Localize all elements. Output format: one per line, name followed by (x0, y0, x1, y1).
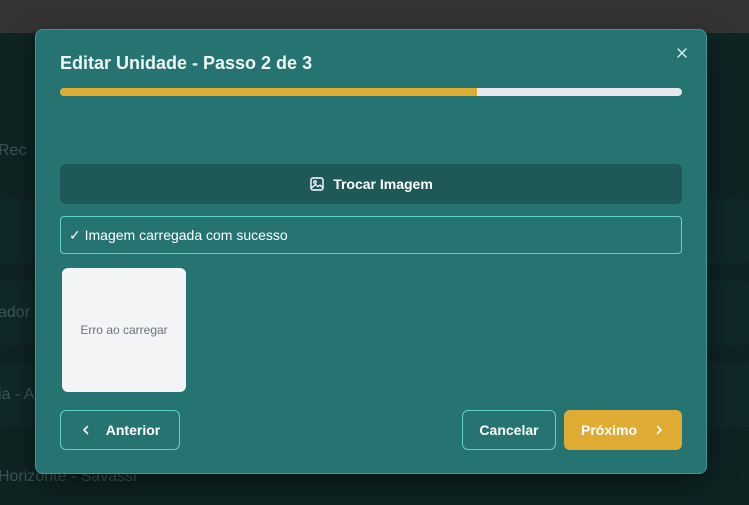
swap-image-button[interactable]: Trocar Imagem (60, 164, 682, 204)
previous-button[interactable]: Anterior (60, 410, 180, 450)
background-text: ador - (0, 304, 40, 321)
next-label: Próximo (580, 422, 637, 438)
close-icon (677, 48, 687, 58)
success-text: ✓ Imagem carregada com sucesso (69, 226, 288, 243)
swap-image-label: Trocar Imagem (333, 176, 433, 192)
upload-success-message: ✓ Imagem carregada com sucesso (60, 216, 682, 254)
thumbnail-error-text: Erro ao carregar (80, 323, 168, 337)
background-text: Rec (0, 142, 27, 159)
previous-label: Anterior (105, 422, 161, 438)
chevron-right-icon (656, 425, 662, 435)
next-button[interactable]: Próximo (564, 410, 682, 450)
chevron-left-icon (82, 425, 89, 435)
close-button[interactable] (674, 45, 690, 61)
progress-bar (60, 88, 682, 96)
image-thumbnail: Erro ao carregar (62, 268, 186, 392)
cancel-button[interactable]: Cancelar (462, 410, 556, 450)
background-text: ia - A (0, 386, 35, 403)
progress-fill (60, 88, 477, 96)
image-icon (310, 177, 324, 191)
cancel-label: Cancelar (479, 422, 539, 438)
edit-unit-modal: Editar Unidade - Passo 2 de 3 Trocar Ima… (35, 29, 707, 474)
modal-title: Editar Unidade - Passo 2 de 3 (60, 53, 313, 73)
